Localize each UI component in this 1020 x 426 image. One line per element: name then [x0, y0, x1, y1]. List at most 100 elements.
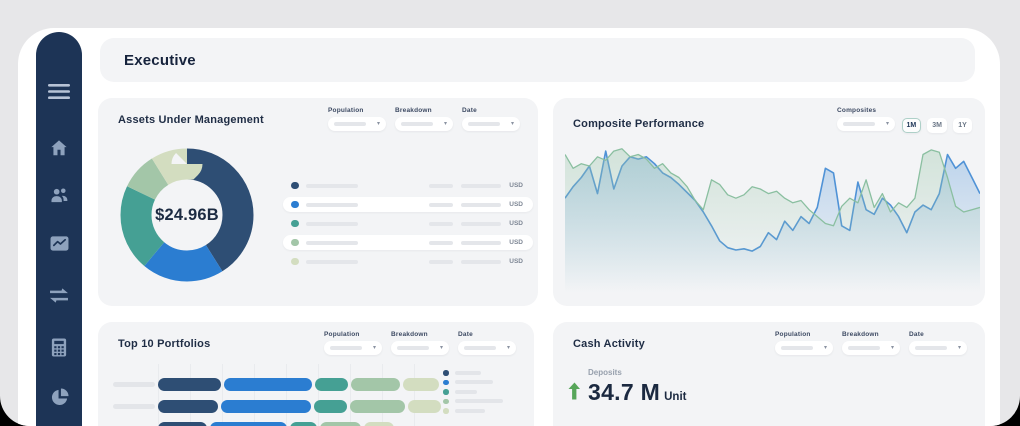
- filter-label: Population: [328, 107, 386, 114]
- deposits-label: Deposits: [588, 368, 686, 377]
- legend-value-skeleton: [429, 260, 453, 264]
- range-button-1m[interactable]: 1M: [902, 118, 922, 133]
- population-select[interactable]: ▾: [775, 341, 833, 355]
- legend-dot-icon: [291, 201, 299, 209]
- card-assets-under-management: Assets Under Management Population▾Break…: [98, 98, 538, 306]
- select-placeholder-skeleton: [781, 346, 813, 350]
- select-placeholder-skeleton: [843, 122, 875, 126]
- gridline: [286, 364, 287, 426]
- breakdown-select[interactable]: ▾: [842, 341, 900, 355]
- select-placeholder-skeleton: [915, 346, 947, 350]
- legend-dot-icon: [443, 408, 449, 414]
- bar-segment-4[interactable]: [351, 378, 400, 391]
- legend-amount-skeleton: [461, 260, 501, 264]
- legend-name-skeleton: [306, 203, 358, 207]
- sidebar-item-calculator[interactable]: [36, 338, 82, 357]
- aum-legend: USD USD USD USD USD: [283, 178, 533, 273]
- up-arrow-icon: [568, 382, 581, 400]
- top10-legend-row: [443, 397, 503, 407]
- aum-legend-row: USD: [283, 178, 533, 193]
- bar-segment-2[interactable]: [221, 400, 311, 413]
- sidebar-item-performance[interactable]: [36, 235, 82, 252]
- legend-name-skeleton: [455, 409, 485, 413]
- aum-legend-row: USD: [283, 216, 533, 231]
- legend-amount-skeleton: [461, 203, 501, 207]
- calculator-icon: [51, 338, 67, 357]
- composites-select[interactable]: ▾: [837, 117, 895, 131]
- legend-dot-icon: [291, 182, 299, 190]
- filter-population: Population▾: [775, 331, 833, 355]
- sidebar-item-transfers[interactable]: [36, 287, 82, 304]
- gridline: [222, 364, 223, 426]
- legend-dot-icon: [291, 258, 299, 266]
- bar-segment-1[interactable]: [158, 422, 207, 426]
- sidebar-item-allocation[interactable]: [36, 388, 82, 407]
- legend-name-skeleton: [306, 184, 358, 188]
- transfers-icon: [49, 287, 69, 304]
- top10-legend-row: [443, 387, 503, 397]
- legend-name-skeleton: [306, 260, 358, 264]
- card-cash-activity: Cash Activity Population▾Breakdown▾Date▾…: [553, 322, 985, 426]
- aum-legend-row: USD: [283, 254, 533, 269]
- legend-values: USD: [429, 239, 523, 246]
- portfolio-bar-row: [113, 400, 441, 413]
- legend-name-skeleton: [455, 380, 493, 384]
- bar-segment-1[interactable]: [158, 378, 221, 391]
- date-select[interactable]: ▾: [909, 341, 967, 355]
- select-placeholder-skeleton: [468, 122, 500, 126]
- filter-breakdown: Breakdown▾: [842, 331, 900, 355]
- aum-filters: Population▾Breakdown▾Date▾: [328, 107, 520, 131]
- legend-dot-icon: [443, 399, 449, 405]
- app-background: Executive Assets Under Management Popula…: [0, 0, 1020, 426]
- legend-dot-icon: [443, 370, 449, 376]
- breakdown-select[interactable]: ▾: [395, 117, 453, 131]
- sidebar-item-clients[interactable]: [36, 187, 82, 204]
- legend-name-skeleton: [306, 241, 358, 245]
- chevron-down-icon: ▾: [958, 345, 961, 351]
- bar-segment-1[interactable]: [158, 400, 218, 413]
- sidebar-item-menu[interactable]: [36, 82, 82, 102]
- legend-values: USD: [429, 201, 523, 208]
- legend-dot-icon: [291, 220, 299, 228]
- population-select[interactable]: ▾: [328, 117, 386, 131]
- bar-segment-5[interactable]: [403, 378, 439, 391]
- legend-dot-icon: [291, 239, 299, 247]
- card-title: Cash Activity: [573, 338, 645, 350]
- card-title: Composite Performance: [573, 118, 704, 130]
- bar-segment-3[interactable]: [290, 422, 317, 426]
- currency-label: USD: [509, 220, 523, 227]
- stacked-bar: [158, 378, 439, 391]
- row-label-skeleton: [113, 404, 155, 409]
- bar-segment-5[interactable]: [364, 422, 394, 426]
- top10-legend: [443, 368, 503, 416]
- legend-dot-icon: [443, 380, 449, 386]
- range-button-1y[interactable]: 1Y: [953, 118, 972, 133]
- bar-segment-4[interactable]: [350, 400, 405, 413]
- aum-legend-row: USD: [283, 197, 533, 212]
- bar-segment-2[interactable]: [210, 422, 287, 426]
- range-button-3m[interactable]: 3M: [927, 118, 947, 133]
- bar-segment-3[interactable]: [315, 378, 348, 391]
- home-icon: [50, 139, 68, 157]
- gridline: [350, 364, 351, 426]
- gridline: [158, 364, 159, 426]
- bar-segment-4[interactable]: [320, 422, 361, 426]
- aum-total-value: $24.96B: [117, 145, 257, 285]
- chevron-down-icon: ▾: [511, 121, 514, 127]
- bar-segment-5[interactable]: [408, 400, 441, 413]
- sidebar-item-home[interactable]: [36, 139, 82, 157]
- stacked-bar: [158, 400, 441, 413]
- chevron-down-icon: ▾: [886, 121, 889, 127]
- currency-label: USD: [509, 201, 523, 208]
- date-select[interactable]: ▾: [462, 117, 520, 131]
- select-placeholder-skeleton: [334, 122, 366, 126]
- bar-segment-2[interactable]: [224, 378, 312, 391]
- gridline: [254, 364, 255, 426]
- filter-population: Population ▾: [328, 107, 386, 131]
- currency-label: USD: [509, 239, 523, 246]
- gridline: [318, 364, 319, 426]
- chevron-down-icon: ▾: [444, 121, 447, 127]
- filter-date: Date▾: [462, 107, 520, 131]
- bar-segment-3[interactable]: [314, 400, 347, 413]
- top10-legend-row: [443, 406, 503, 416]
